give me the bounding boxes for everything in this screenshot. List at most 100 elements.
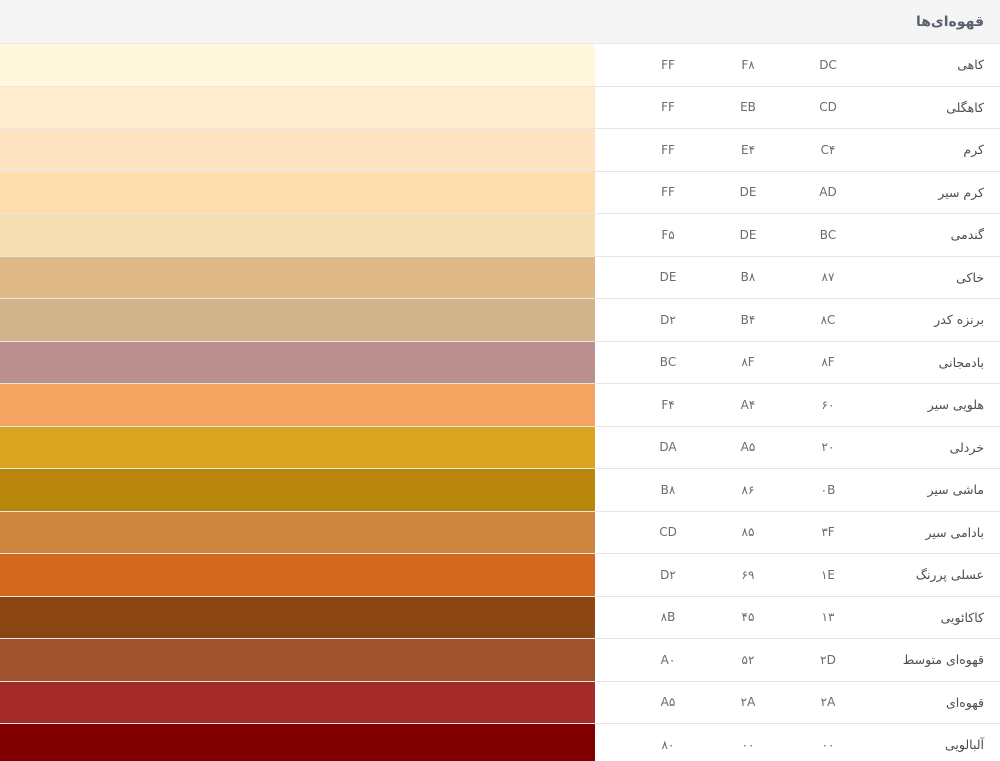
color-row: ۸۰ ۰۰ ۰۰ آلبالویی [0,724,1000,761]
table-header: قهوه‌ای‌ها [0,0,1000,44]
hex-blue: D۲ [660,312,676,327]
color-swatch [0,596,595,638]
color-swatch [0,341,595,383]
hex-blue: FF [661,185,675,200]
color-row: DE B۸ ۸۷ خاکی [0,256,1000,299]
color-row: D۲ B۴ ۸C برنزه کدر [0,299,1000,342]
color-name: کاهی [957,57,984,73]
color-info: ۸B ۴۵ ۱۳ کاکائویی [595,596,1000,638]
color-name: قهوه‌ای [945,694,984,710]
hex-red: ۱۳ [821,610,835,625]
color-info: BC ۸F ۸F بادمجانی [595,341,1000,383]
color-name: خاکی [956,269,984,285]
color-row: CD ۸۵ ۳F بادامی سیر [0,511,1000,554]
color-info: B۸ ۸۶ ۰B ماشی سیر [595,469,1000,511]
table-title: قهوه‌ای‌ها [915,13,984,30]
hex-red: ۰B [820,482,836,497]
color-name: عسلی پررنگ [915,567,984,583]
hex-green: ۵۲ [741,652,755,667]
color-swatch [0,554,595,596]
hex-green: EB [740,100,756,115]
hex-green: ۴۵ [741,610,755,625]
color-info: FF DE AD کرم سیر [595,171,1000,213]
color-row: D۲ ۶۹ ۱E عسلی پررنگ [0,554,1000,597]
hex-green: ۰۰ [741,737,755,752]
color-rows: FF F۸ DC کاهی FF EB CD کاهگلی FF E۴ C۴ ک… [0,44,1000,761]
color-info: F۴ A۴ ۶۰ هلویی سیر [595,384,1000,426]
color-swatch [0,44,595,86]
color-row: FF EB CD کاهگلی [0,86,1000,129]
color-row: DA A۵ ۲۰ خردلی [0,426,1000,469]
brown-colors-table: قهوه‌ای‌ها FF F۸ DC کاهی FF EB CD کاهگلی [0,0,1000,761]
hex-red: ۸C [820,312,836,327]
color-swatch [0,511,595,553]
color-name: هلویی سیر [927,397,984,413]
color-name: برنزه کدر [934,312,984,328]
color-info: ۸۰ ۰۰ ۰۰ آلبالویی [595,724,1000,761]
hex-blue: DE [659,270,677,285]
color-swatch [0,129,595,171]
color-swatch [0,214,595,256]
hex-green: ۶۹ [741,567,755,582]
hex-blue: DA [659,440,677,455]
color-name: کاکائویی [940,609,984,625]
hex-green: F۸ [741,57,755,72]
color-name: کرم [963,142,984,158]
hex-green: B۸ [740,270,756,285]
hex-red: ۲A [820,695,836,710]
hex-red: ۳F [821,525,835,540]
hex-green: B۴ [740,312,756,327]
color-name: ماشی سیر [927,482,984,498]
hex-red: ۶۰ [821,397,835,412]
color-info: D۲ B۴ ۸C برنزه کدر [595,299,1000,341]
color-swatch [0,639,595,681]
hex-blue: A۰ [660,652,676,667]
color-swatch [0,171,595,213]
color-swatch [0,86,595,128]
color-info: FF EB CD کاهگلی [595,86,1000,128]
color-swatch [0,299,595,341]
color-swatch [0,724,595,761]
hex-blue: F۴ [661,397,675,412]
color-row: FF DE AD کرم سیر [0,171,1000,214]
color-info: DE B۸ ۸۷ خاکی [595,256,1000,298]
color-name: بادمجانی [938,354,984,370]
hex-red: ۱E [820,567,836,582]
hex-blue: FF [661,100,675,115]
color-info: A۵ ۲A ۲A قهوه‌ای [595,681,1000,723]
hex-red: CD [819,100,837,115]
hex-blue: D۲ [660,567,676,582]
hex-blue: FF [661,57,675,72]
color-name: کرم سیر [938,184,984,200]
hex-red: ۰۰ [821,737,835,752]
hex-green: A۴ [740,397,756,412]
color-info: FF E۴ C۴ کرم [595,129,1000,171]
hex-blue: B۸ [660,482,676,497]
color-info: F۵ DE BC گندمی [595,214,1000,256]
hex-red: DC [819,57,837,72]
hex-green: ۲A [740,695,756,710]
color-row: FF E۴ C۴ کرم [0,129,1000,172]
color-name: بادامی سیر [925,524,984,540]
color-row: F۵ DE BC گندمی [0,214,1000,257]
color-row: F۴ A۴ ۶۰ هلویی سیر [0,384,1000,427]
color-info: DA A۵ ۲۰ خردلی [595,426,1000,468]
hex-green: ۸F [741,355,755,370]
color-row: A۰ ۵۲ ۲D قهوه‌ای متوسط [0,639,1000,682]
hex-red: AD [819,185,837,200]
color-swatch [0,256,595,298]
hex-red: ۲D [820,652,836,667]
hex-green: E۴ [740,142,756,157]
color-row: B۸ ۸۶ ۰B ماشی سیر [0,469,1000,512]
color-name: خردلی [949,439,984,455]
hex-green: ۸۵ [741,525,755,540]
hex-green: DE [739,185,757,200]
color-row: ۸B ۴۵ ۱۳ کاکائویی [0,596,1000,639]
color-name: گندمی [950,227,984,243]
hex-green: ۸۶ [741,482,755,497]
color-name: آلبالویی [944,737,984,753]
hex-red: ۸۷ [821,270,835,285]
color-swatch [0,426,595,468]
hex-blue: CD [659,525,677,540]
color-swatch [0,681,595,723]
